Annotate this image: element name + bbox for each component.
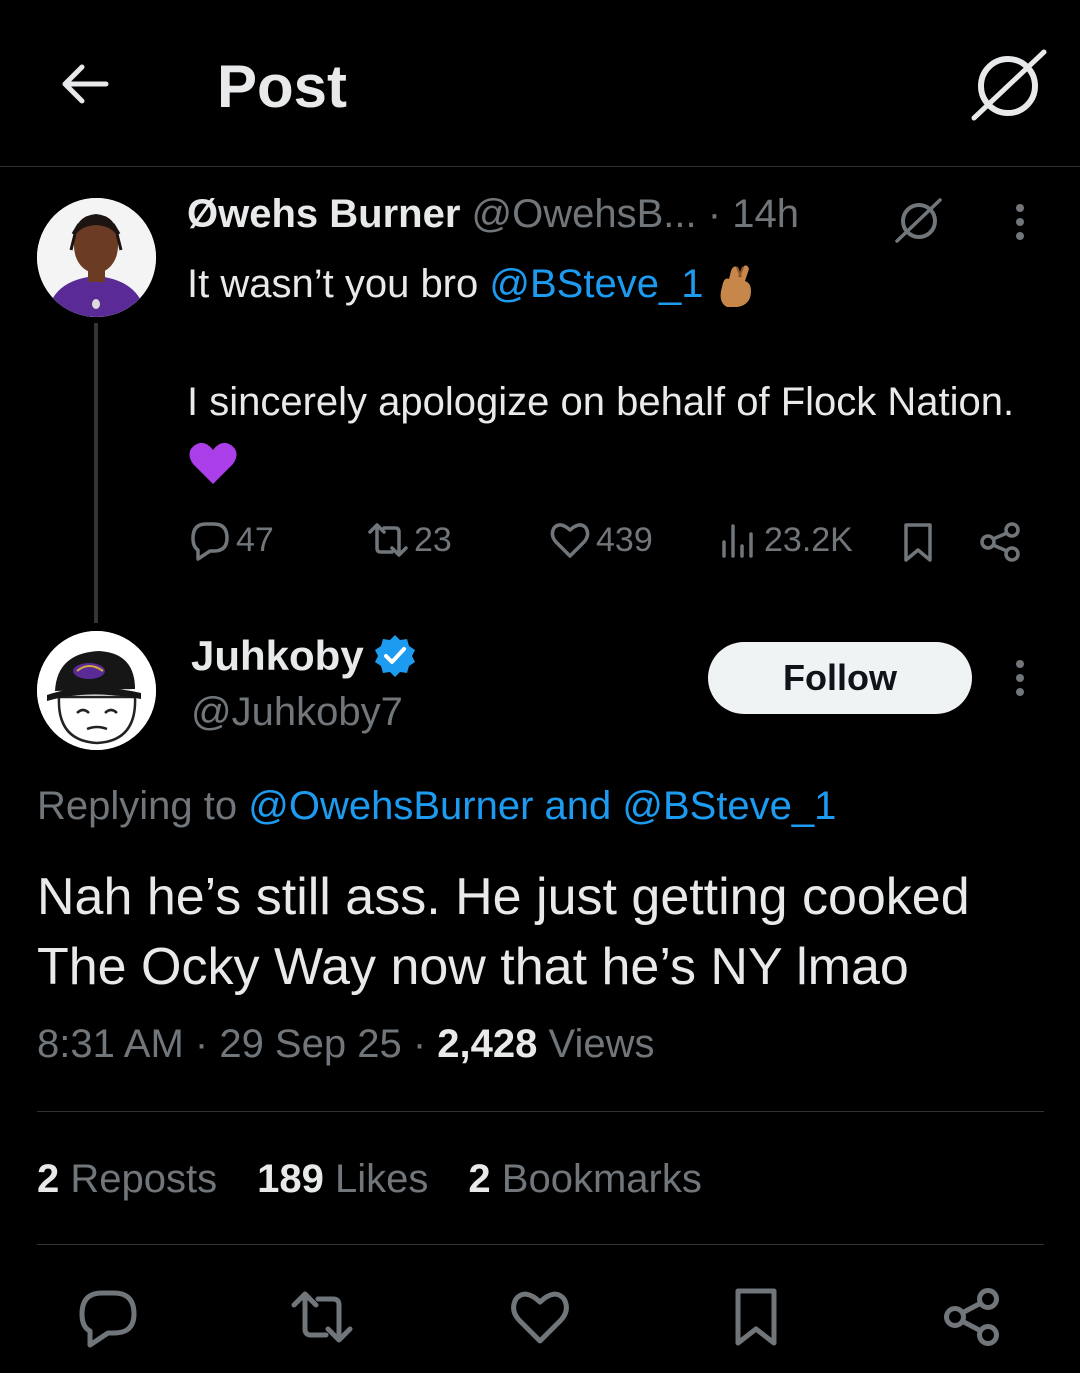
- likes-label: Likes: [335, 1157, 429, 1201]
- repost-icon: [368, 523, 408, 557]
- tweet1-action-bar: 47 23 439 23.2K: [0, 518, 1080, 568]
- replying-mentions[interactable]: @OwehsBurner and @BSteve_1: [248, 784, 836, 828]
- tweet2-meta: 8:31 AM · 29 Sep 25 · 2,428 Views: [37, 1022, 655, 1066]
- grok-slash-icon[interactable]: [968, 46, 1048, 122]
- views-icon: [722, 524, 753, 558]
- reposts-label: Reposts: [70, 1157, 218, 1201]
- repost-icon[interactable]: [290, 1285, 354, 1349]
- replying-prefix: Replying to: [37, 784, 249, 828]
- tweet1-views-button[interactable]: 23.2K: [716, 518, 853, 562]
- reply-icon[interactable]: [76, 1285, 140, 1349]
- avatar-juhkoby[interactable]: [37, 631, 156, 750]
- reposts-stat[interactable]: 2 Reposts: [37, 1157, 217, 1202]
- more-icon[interactable]: [1012, 202, 1028, 242]
- tweet1-like-count: 439: [596, 520, 653, 559]
- tweet1-reply-count: 47: [236, 520, 274, 559]
- tweet1-text: It wasn’t you bro @BSteve_1 I sincerely …: [187, 255, 1067, 491]
- share-icon[interactable]: [940, 1285, 1004, 1349]
- tweet1-line1: It wasn’t you bro: [187, 262, 490, 306]
- follow-button[interactable]: Follow: [708, 642, 972, 714]
- tweet2-time: 8:31 AM: [37, 1022, 184, 1066]
- avatar-owehs-burner[interactable]: [37, 198, 156, 317]
- bookmarks-count: 2: [468, 1157, 491, 1201]
- tweet1-reply-button[interactable]: 47: [188, 518, 274, 562]
- tweet1-view-count: 23.2K: [764, 520, 853, 559]
- tweet2-text: Nah he’s still ass. He just getting cook…: [37, 868, 970, 996]
- reposts-count: 2: [37, 1157, 60, 1201]
- grok-slash-icon: [895, 198, 942, 243]
- purple-heart-emoji-icon: [189, 443, 237, 485]
- divider: [37, 1111, 1044, 1112]
- tweet1-time: · 14h: [707, 192, 799, 236]
- tweet2-views-count: 2,428: [437, 1022, 538, 1066]
- verified-icon: [374, 635, 415, 677]
- page-title: Post: [217, 53, 348, 120]
- top-bar: Post: [0, 0, 1080, 167]
- tweet1-header: Øwehs Burner @OwehsB... · 14h: [187, 192, 799, 237]
- tweet1-mention[interactable]: @BSteve_1: [489, 262, 703, 306]
- tweet2-author-name-text[interactable]: Juhkoby: [191, 632, 364, 680]
- tweet1-repost-count: 23: [414, 520, 452, 559]
- bookmark-icon[interactable]: [896, 520, 940, 564]
- tweet1-author-name[interactable]: Øwehs Burner: [187, 192, 460, 236]
- tweet1-author-handle[interactable]: @OwehsB...: [472, 192, 697, 236]
- likes-stat[interactable]: 189 Likes: [257, 1157, 428, 1202]
- likes-count: 189: [257, 1157, 324, 1201]
- reply-icon: [191, 522, 229, 561]
- replying-to-line: Replying to @OwehsBurner and @BSteve_1: [37, 784, 836, 829]
- tweet2-action-bar: [0, 1285, 1080, 1355]
- tweet2-views-label[interactable]: Views: [549, 1022, 655, 1066]
- bookmarks-label: Bookmarks: [501, 1157, 702, 1201]
- thread-connector: [94, 323, 98, 623]
- back-arrow-icon[interactable]: [56, 56, 112, 112]
- share-icon[interactable]: [978, 520, 1022, 564]
- like-icon: [550, 523, 590, 558]
- divider: [37, 1244, 1044, 1245]
- tweet1-line2: I sincerely apologize on behalf of Flock…: [187, 380, 1015, 424]
- tweet2-author-handle[interactable]: @Juhkoby7: [191, 690, 403, 735]
- engagement-stats: 2 Reposts 189 Likes 2 Bookmarks: [37, 1157, 742, 1202]
- bookmark-icon[interactable]: [724, 1285, 788, 1349]
- more-icon[interactable]: [1012, 658, 1028, 698]
- tweet2-author-name[interactable]: Juhkoby: [191, 632, 418, 680]
- tweet1-repost-button[interactable]: 23: [366, 518, 452, 562]
- crossed-fingers-emoji-icon: [720, 265, 751, 308]
- like-icon[interactable]: [508, 1285, 572, 1349]
- bookmarks-stat[interactable]: 2 Bookmarks: [468, 1157, 701, 1202]
- tweet1-like-button[interactable]: 439: [548, 518, 653, 562]
- tweet2-date: 29 Sep 25: [219, 1022, 402, 1066]
